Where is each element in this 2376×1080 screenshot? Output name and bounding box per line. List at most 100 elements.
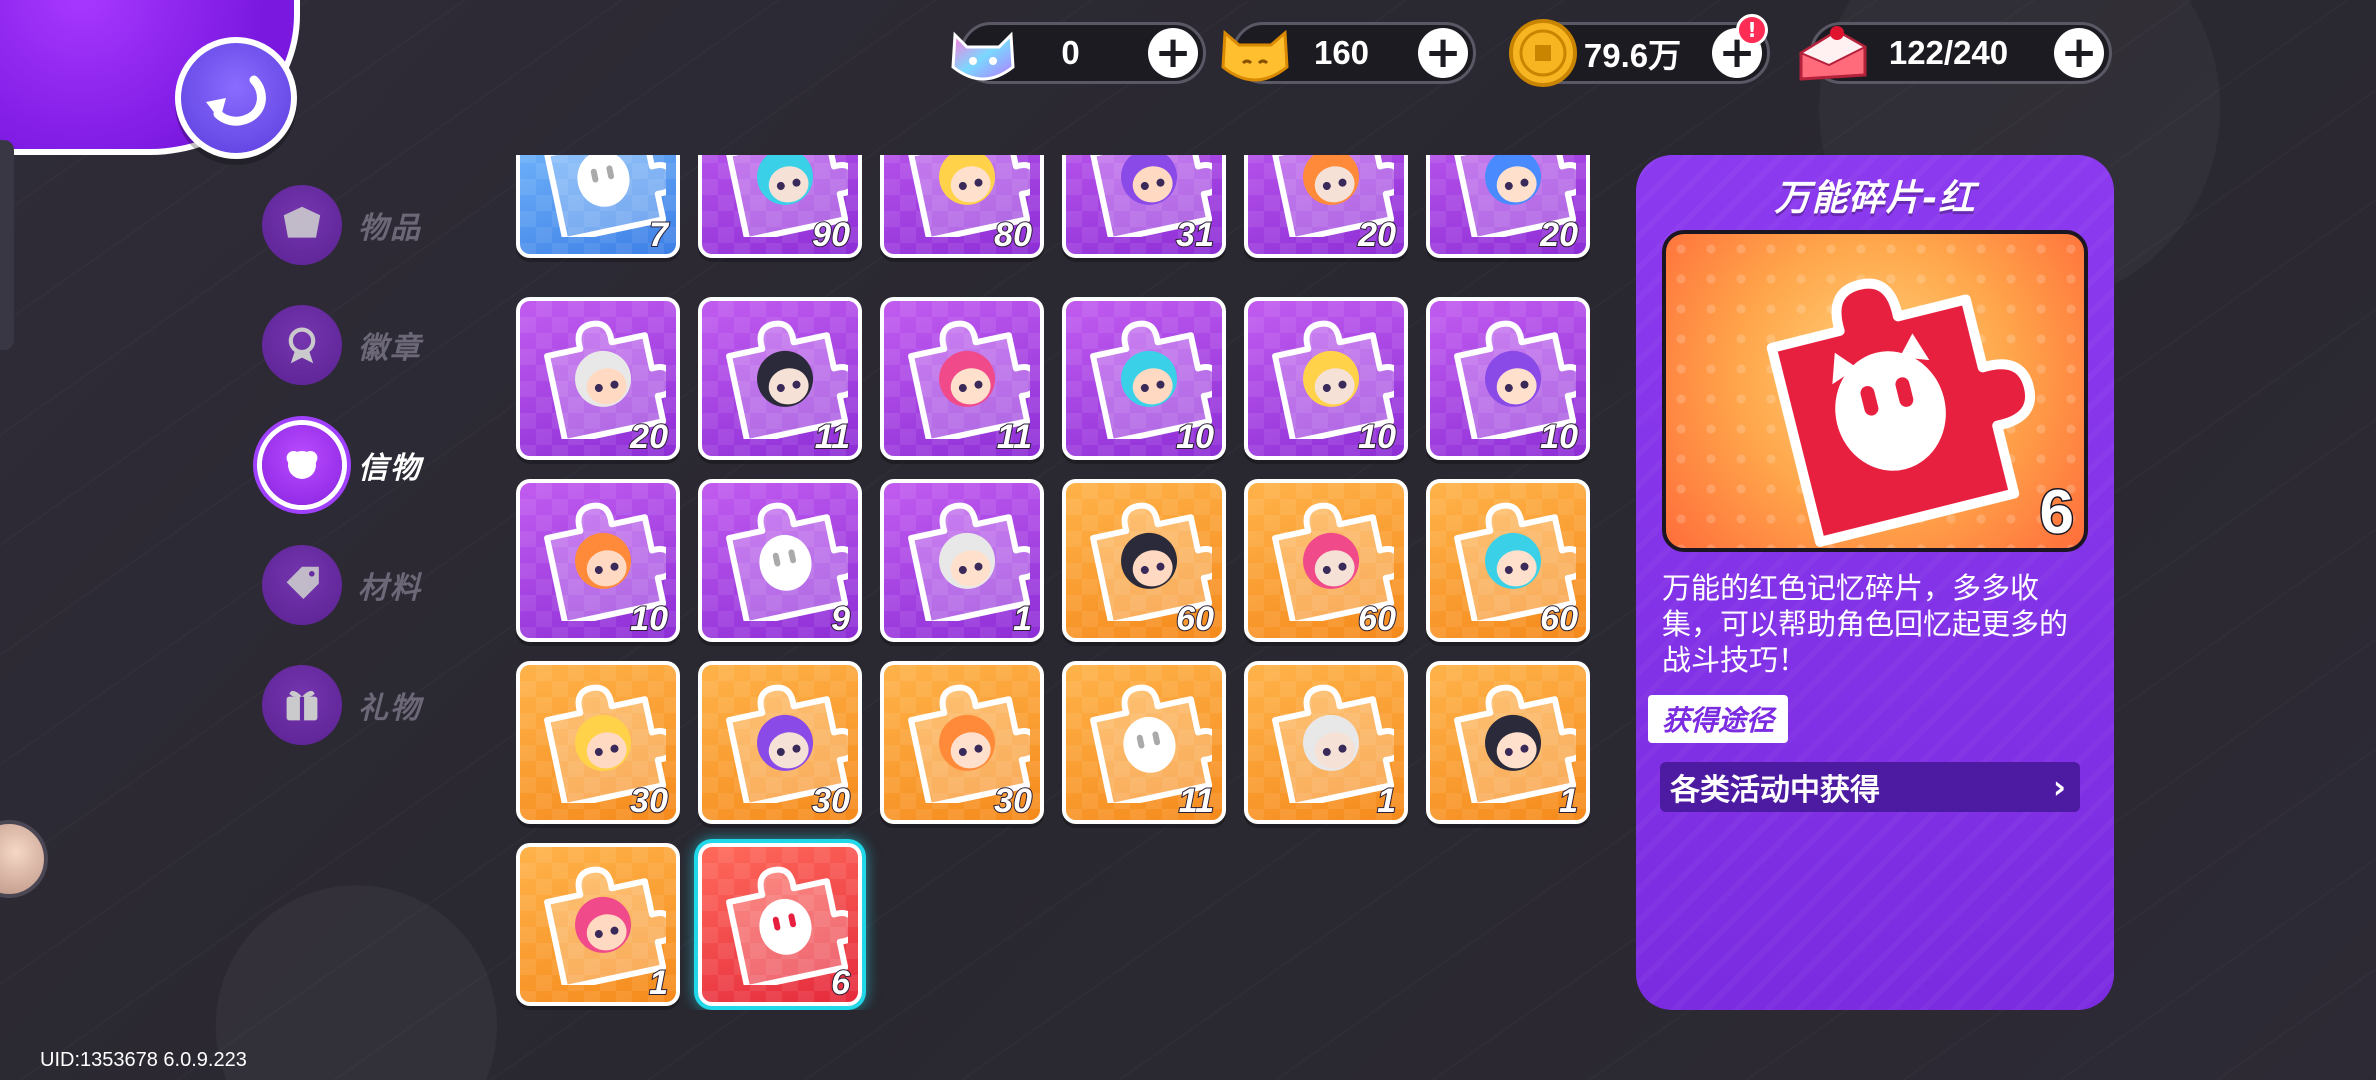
item-count: 60 xyxy=(1175,600,1215,638)
add-stamina-button[interactable]: + xyxy=(2054,28,2104,78)
item-detail-panel: 万能碎片-红 6 万能的红色记忆碎片，多多收集，可以帮助角色回忆起更多的战斗技巧… xyxy=(1636,155,2114,1010)
gold-cat-coin-icon xyxy=(1221,29,1289,82)
item-tile[interactable]: 6 xyxy=(698,843,862,1006)
puzzle-piece-icon xyxy=(1766,278,2035,547)
item-tile[interactable]: 31 xyxy=(1062,155,1226,258)
gold-coin-icon xyxy=(1509,19,1577,87)
gift-icon xyxy=(262,665,342,745)
item-count: 1 xyxy=(1376,782,1397,820)
item-count: 30 xyxy=(629,782,669,820)
item-count: 9 xyxy=(830,600,851,638)
item-tile[interactable]: 20 xyxy=(1426,155,1590,258)
item-tile[interactable]: 1 xyxy=(516,843,680,1006)
item-count: 90 xyxy=(811,216,851,254)
item-count: 1 xyxy=(1558,782,1579,820)
item-count: 30 xyxy=(993,782,1033,820)
item-tile[interactable]: 7 xyxy=(516,155,680,258)
puzzle-piece-icon xyxy=(726,502,848,621)
chevron-right-icon: › xyxy=(2052,768,2066,806)
item-tile[interactable]: 20 xyxy=(1244,155,1408,258)
nav-item-2[interactable]: 信物 xyxy=(262,425,492,505)
avatar[interactable] xyxy=(0,820,48,898)
item-preview: 6 xyxy=(1662,230,2088,552)
add-gold-cat-button[interactable]: + xyxy=(1418,28,1468,78)
item-tile[interactable]: 90 xyxy=(698,155,862,258)
item-tile[interactable]: 30 xyxy=(698,661,862,824)
item-count: 1 xyxy=(648,964,669,1002)
left-edge-handle xyxy=(0,140,14,350)
item-tile[interactable]: 60 xyxy=(1244,479,1408,642)
item-count: 1 xyxy=(1012,600,1033,638)
item-tile[interactable]: 1 xyxy=(1426,661,1590,824)
add-gold-coin-button[interactable]: + ! xyxy=(1712,14,1768,78)
item-tile[interactable]: 11 xyxy=(1062,661,1226,824)
nav-item-3[interactable]: 材料 xyxy=(262,545,492,625)
item-count: 7 xyxy=(648,216,669,254)
nav-label: 徽章 xyxy=(358,331,422,366)
medal-icon xyxy=(262,305,342,385)
item-title: 万能碎片-红 xyxy=(1774,178,1976,219)
puzzle-piece-icon xyxy=(908,502,1030,621)
hat-box-icon xyxy=(262,185,342,265)
item-count: 11 xyxy=(814,418,851,456)
puzzle-piece-icon xyxy=(1272,684,1394,803)
item-count: 10 xyxy=(1175,418,1215,456)
item-count: 11 xyxy=(1178,782,1215,820)
token-flower-icon xyxy=(262,425,342,505)
puzzle-piece-icon xyxy=(726,866,848,985)
item-tile[interactable]: 80 xyxy=(880,155,1044,258)
puzzle-piece-icon xyxy=(544,155,666,237)
nav-label: 材料 xyxy=(358,571,422,606)
source-link[interactable]: 各类活动中获得 › xyxy=(1660,762,2080,812)
nav-label: 礼物 xyxy=(358,691,422,726)
currency-gold-coin: 79.6万 + ! xyxy=(1509,14,1770,87)
item-tile[interactable]: 1 xyxy=(1244,661,1408,824)
item-count: 31 xyxy=(1175,216,1215,254)
currency-rainbow-cat: 0 + xyxy=(951,22,1206,84)
item-tile[interactable]: 1 xyxy=(880,479,1044,642)
item-tile[interactable]: 10 xyxy=(1244,297,1408,460)
item-tile[interactable]: 60 xyxy=(1426,479,1590,642)
add-rainbow-cat-button[interactable]: + xyxy=(1148,28,1198,78)
item-count: 80 xyxy=(993,216,1033,254)
item-count: 6 xyxy=(2038,478,2076,547)
nav-item-0[interactable]: 物品 xyxy=(262,185,492,265)
item-tile[interactable]: 30 xyxy=(516,661,680,824)
item-description: 万能的红色记忆碎片，多多收集，可以帮助角色回忆起更多的战斗技巧！ xyxy=(1662,571,2069,677)
item-count: 10 xyxy=(1539,418,1579,456)
item-grid[interactable]: 7 90 80 31 20 20 20 11 11 10 10 10 10 9 1 60 60 60 30 30 30 1… xyxy=(516,155,1596,1010)
source-text: 各类活动中获得 xyxy=(1670,773,1880,808)
source-label: 获得途径 xyxy=(1648,695,1789,743)
item-tile[interactable]: 11 xyxy=(698,297,862,460)
item-tile[interactable]: 10 xyxy=(1062,297,1226,460)
nav-label: 物品 xyxy=(358,211,422,246)
item-tile[interactable]: 30 xyxy=(880,661,1044,824)
puzzle-piece-icon xyxy=(544,866,666,985)
notification-badge: ! xyxy=(1736,14,1768,46)
back-arrow-icon xyxy=(206,75,266,126)
item-count: 6 xyxy=(830,964,851,1002)
back-button[interactable] xyxy=(175,37,297,159)
item-count: 60 xyxy=(1539,600,1579,638)
item-count: 11 xyxy=(996,418,1033,456)
puzzle-piece-icon xyxy=(1454,684,1576,803)
item-tile[interactable]: 60 xyxy=(1062,479,1226,642)
cake-stamina-icon xyxy=(1798,26,1868,81)
rainbow-cat-gem-icon xyxy=(951,31,1015,81)
item-count: 60 xyxy=(1357,600,1397,638)
item-tile[interactable]: 20 xyxy=(516,297,680,460)
currency-gold-cat: 160 + xyxy=(1221,22,1476,84)
nav-item-4[interactable]: 礼物 xyxy=(262,665,492,745)
item-count: 10 xyxy=(1357,418,1397,456)
item-tile[interactable]: 9 xyxy=(698,479,862,642)
tag-icon xyxy=(262,545,342,625)
item-count: 20 xyxy=(1357,216,1397,254)
item-count: 10 xyxy=(629,600,669,638)
item-tile[interactable]: 11 xyxy=(880,297,1044,460)
nav-item-1[interactable]: 徽章 xyxy=(262,305,492,385)
item-tile[interactable]: 10 xyxy=(1426,297,1590,460)
item-count: 20 xyxy=(1539,216,1579,254)
item-count: 20 xyxy=(629,418,669,456)
currency-cake: 122/240 + xyxy=(1798,22,2112,84)
item-tile[interactable]: 10 xyxy=(516,479,680,642)
